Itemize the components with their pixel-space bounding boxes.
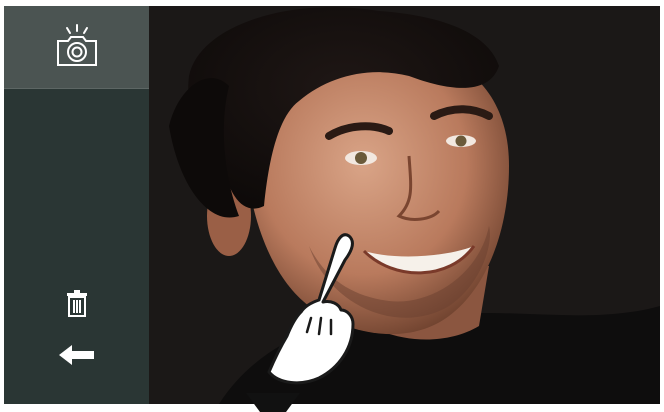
sidebar [4, 6, 149, 404]
intercom-screen [4, 6, 660, 404]
bottom-notch [246, 393, 300, 412]
delete-button[interactable] [59, 286, 95, 320]
portrait-image [149, 6, 660, 404]
pointing-hand-icon [267, 233, 355, 385]
arrow-left-icon [59, 345, 95, 365]
back-button[interactable] [56, 342, 98, 368]
camera-photo-view[interactable] [149, 6, 660, 404]
camera-flash-icon [52, 23, 102, 71]
trash-icon [66, 289, 88, 317]
capture-photo-button[interactable] [4, 6, 149, 88]
